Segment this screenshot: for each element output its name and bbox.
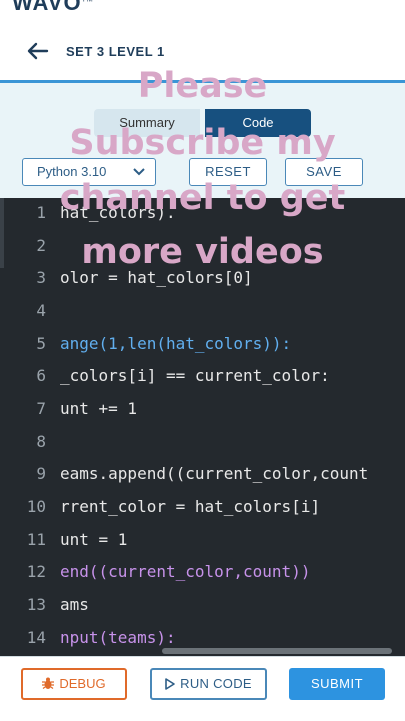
line-number: 4 xyxy=(36,301,46,320)
code-line: ange(1,len(hat_colors)): xyxy=(60,334,292,353)
code-line: ams xyxy=(60,595,89,614)
bug-icon xyxy=(42,677,55,689)
line-number: 3 xyxy=(36,268,46,287)
line-number: 1 xyxy=(36,203,46,222)
code-line: hat_colors). xyxy=(60,203,176,222)
line-number: 8 xyxy=(36,432,46,451)
line-number: 6 xyxy=(36,366,46,385)
debug-label: DEBUG xyxy=(59,676,106,691)
line-number: 10 xyxy=(26,497,46,516)
line-number: 7 xyxy=(36,399,46,418)
chevron-down-icon xyxy=(133,168,145,176)
code-line: nput(teams): xyxy=(60,628,176,647)
run-code-button[interactable]: RUN CODE xyxy=(150,668,267,700)
horizontal-scrollbar[interactable] xyxy=(162,648,392,654)
reset-button[interactable]: RESET xyxy=(189,158,267,186)
brand-logo: WAVOTM xyxy=(12,0,94,15)
tab-summary[interactable]: Summary xyxy=(94,109,200,137)
line-number: 13 xyxy=(26,595,46,614)
line-number: 14 xyxy=(26,628,46,647)
line-number: 5 xyxy=(36,334,46,353)
code-line: rrent_color = hat_colors[i] xyxy=(60,497,321,516)
line-number: 9 xyxy=(36,464,46,483)
code-editor[interactable]: 1 2 3 4 5 6 7 8 9 10 11 12 13 14 hat_col… xyxy=(0,198,405,656)
code-line: olor = hat_colors[0] xyxy=(60,268,253,287)
play-icon xyxy=(165,678,175,690)
run-code-label: RUN CODE xyxy=(180,676,252,691)
line-number: 12 xyxy=(26,562,46,581)
save-button[interactable]: SAVE xyxy=(285,158,363,186)
code-line: eams.append((current_color,count xyxy=(60,464,369,483)
line-number: 11 xyxy=(26,530,46,549)
back-arrow-icon[interactable] xyxy=(26,39,50,63)
submit-button[interactable]: SUBMIT xyxy=(289,668,385,700)
language-select[interactable]: Python 3.10 xyxy=(22,158,156,186)
view-tabs: Summary Code xyxy=(94,109,311,137)
line-number-gutter: 1 2 3 4 5 6 7 8 9 10 11 12 13 14 xyxy=(0,198,50,656)
tab-code[interactable]: Code xyxy=(205,109,311,137)
code-line: _colors[i] == current_color: xyxy=(60,366,330,385)
code-line: end((current_color,count)) xyxy=(60,562,311,581)
debug-button[interactable]: DEBUG xyxy=(21,668,127,700)
level-header: SET 3 LEVEL 1 xyxy=(0,24,405,83)
language-select-value: Python 3.10 xyxy=(37,164,107,179)
app-top-bar: WAVOTM xyxy=(0,0,405,25)
code-line: unt = 1 xyxy=(60,530,128,549)
page-title: SET 3 LEVEL 1 xyxy=(66,44,165,59)
line-number: 2 xyxy=(36,236,46,255)
code-line: unt += 1 xyxy=(60,399,138,418)
